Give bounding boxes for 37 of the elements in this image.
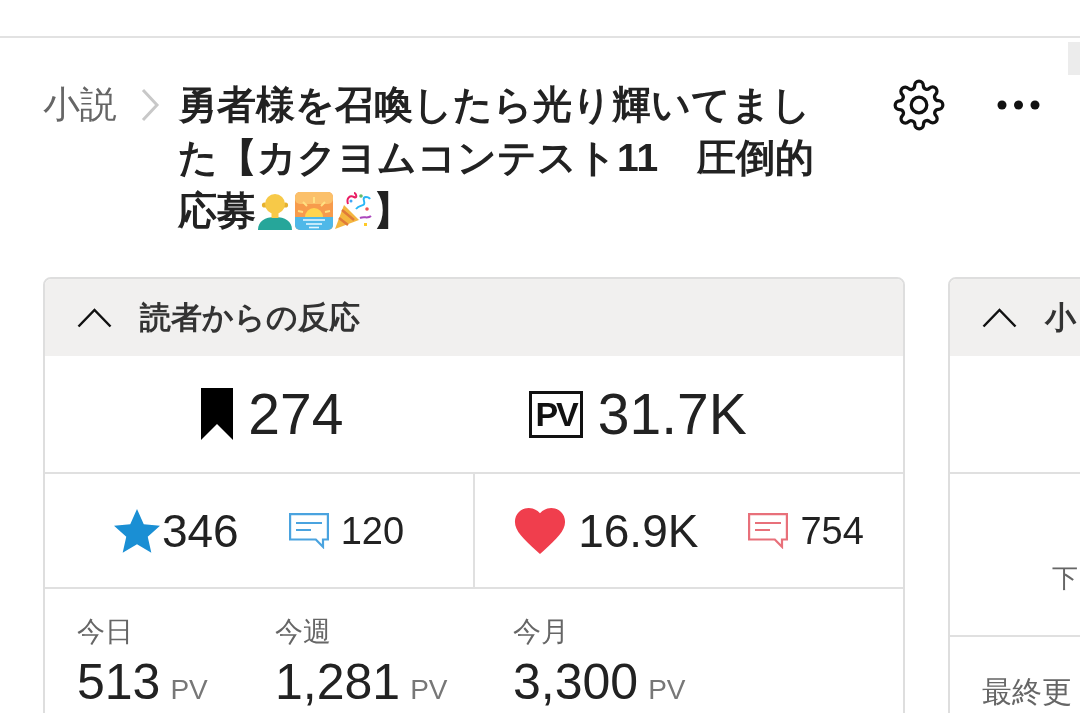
party-popper-icon: [334, 192, 372, 230]
pv-mark: PV: [529, 390, 583, 438]
page-view-count: 3,300: [513, 654, 639, 710]
comment-count: 120: [340, 511, 405, 550]
panel-title: 読者からの反応: [140, 298, 360, 337]
heart-icon: [514, 507, 567, 554]
page-view-unit: PV: [648, 674, 686, 705]
period-label: 今月: [513, 615, 569, 649]
period-label: 今週: [275, 615, 331, 649]
reaction-count: 16.9K: [578, 507, 699, 554]
reaction-count: 346: [161, 507, 239, 554]
period-label: 今日: [77, 615, 133, 649]
page-view-count: 1,281: [275, 654, 401, 710]
person-emoji-icon: [256, 192, 294, 230]
page-view-count: 513: [77, 654, 161, 710]
sunrise-icon: [295, 192, 333, 230]
chevron-up-icon[interactable]: [982, 307, 1017, 328]
panel-text: 最終更: [982, 675, 1072, 708]
comment-icon: [288, 512, 329, 549]
settings-icon[interactable]: [893, 79, 945, 131]
total-count: 31.7K: [597, 385, 747, 443]
total-count: 274: [248, 385, 344, 443]
panel-text: 下: [1052, 563, 1078, 593]
more-icon[interactable]: [997, 100, 1040, 110]
bookmark-icon: [201, 388, 234, 440]
chevron-up-icon[interactable]: [77, 307, 112, 328]
page-view-unit: PV: [410, 674, 448, 705]
comment-icon: [748, 512, 789, 549]
breadcrumb-link[interactable]: 小説: [43, 78, 117, 131]
title-closing-bracket: 】: [373, 189, 412, 232]
novel-title: 勇者様を召喚したら光り輝いてました【カクヨムコンテスト11 圧倒的: [178, 82, 816, 181]
page-view-unit: PV: [170, 674, 208, 705]
star-icon: [113, 508, 160, 553]
panel-title: 小: [1045, 298, 1076, 337]
novel-title: 応募: [178, 189, 256, 232]
chevron-right-icon: [140, 88, 160, 122]
comment-count: 754: [800, 511, 864, 550]
